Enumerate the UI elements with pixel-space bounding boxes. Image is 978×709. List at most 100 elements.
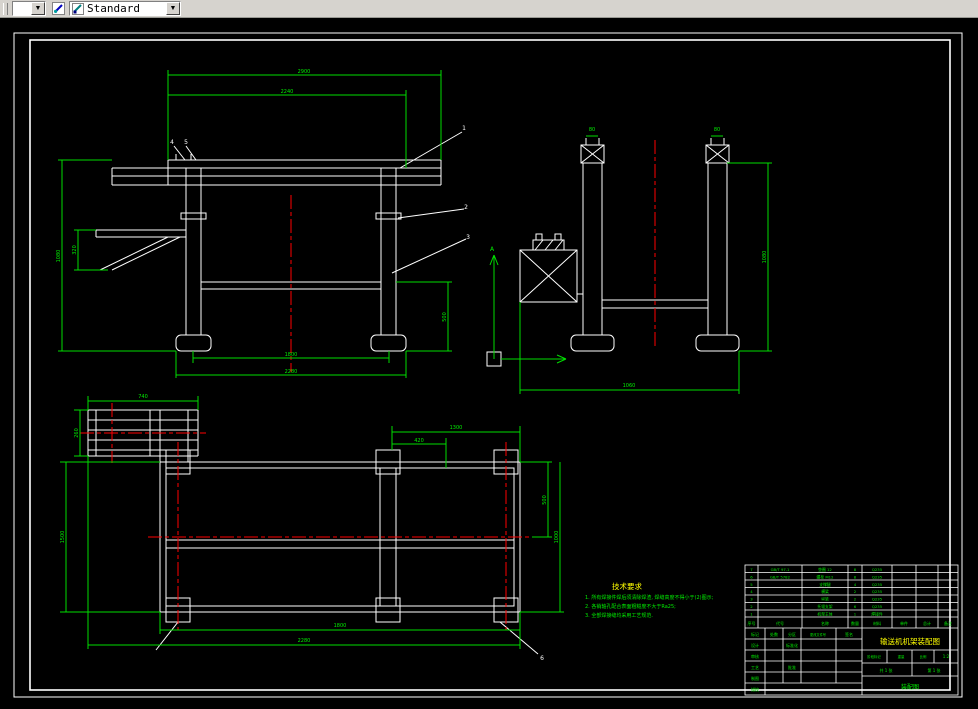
dimension-label: 1800 <box>334 623 347 629</box>
title-block-text: 共 1 张 <box>879 667 892 673</box>
bom-cell: 2 <box>854 597 857 602</box>
dimension-label: 320 <box>72 245 78 255</box>
dimension-label: 1300 <box>450 425 463 431</box>
bom-cell: 2 <box>854 589 857 594</box>
plan-view <box>87 409 539 655</box>
front-view <box>95 131 467 352</box>
toolbar: ▼ Standard ▼ <box>0 0 978 18</box>
title-block-text: 工艺 <box>751 665 759 670</box>
dimensions <box>58 70 772 649</box>
text-style-icon[interactable] <box>50 2 66 16</box>
dimension-label: 2240 <box>281 89 294 95</box>
bom-header-cell: 单件 <box>900 620 908 626</box>
title-block-text: 审核 <box>751 653 759 659</box>
dimension-label: 1080 <box>762 251 768 264</box>
dimension-label: 1080 <box>56 250 62 263</box>
title-block-text: 制图 <box>751 675 759 681</box>
title-block-text: 第 1 张 <box>927 667 940 673</box>
title-block-text: 设计 <box>751 642 759 648</box>
bom-cell: 1 <box>750 611 753 616</box>
standard-style-icon <box>72 2 84 15</box>
sheet-frame <box>13 32 963 698</box>
title-block-text: 比例 <box>920 654 927 659</box>
title-block <box>744 564 959 696</box>
chevron-down-icon[interactable]: ▼ <box>166 2 180 15</box>
bom-cell: 5 <box>750 582 753 587</box>
drawing-canvas[interactable]: 2900 2240 1080 320 500 1800 2280 1080 1060 80 80 A 7… <box>0 18 978 709</box>
notes-heading: 技术要求 <box>612 581 642 591</box>
bom-cell: 4 <box>750 589 753 594</box>
title-block-text: 重量 <box>898 654 905 659</box>
bom-header-cell: 数量 <box>851 620 859 626</box>
dimension-label: 80 <box>589 127 595 133</box>
bom-header-cell: 备注 <box>944 620 952 626</box>
balloon-label: 1 <box>462 125 466 132</box>
bom-cell: 托辊支架 <box>817 604 832 609</box>
title-block-text: 批准 <box>788 664 796 670</box>
bom-cell: 7 <box>750 567 753 572</box>
balloon-label: 3 <box>466 234 470 241</box>
dimension-label: 260 <box>74 428 80 438</box>
dimension-label: 500 <box>442 312 448 322</box>
balloon-label: 4 <box>170 139 174 146</box>
dimension-label: 1060 <box>623 383 636 389</box>
dimension-label: 420 <box>414 438 424 444</box>
cad-window: ▼ Standard ▼ 2900 2240 1080 320 500 1800… <box>0 0 978 709</box>
dimension-label: 500 <box>542 495 548 505</box>
dimension-label: 1000 <box>554 531 560 544</box>
notes-line: 1. 所有焊接件焊后须清除焊渣, 焊缝高度不得小于(2)图示; <box>585 594 714 601</box>
dimension-label: 740 <box>138 394 148 400</box>
bom-cell: Q235 <box>872 604 883 609</box>
bom-cell: 垫圈 12 <box>818 567 832 572</box>
title-block-text: 1:2 <box>943 654 950 659</box>
title-block-text: 阶段标记 <box>867 654 881 659</box>
toolbar-grip[interactable] <box>3 2 8 15</box>
dimension-label: 2900 <box>298 69 311 75</box>
title-block-text: 更改文件号 <box>810 632 826 637</box>
bom-cell: Q235 <box>872 567 883 572</box>
chevron-down-icon[interactable]: ▼ <box>31 2 45 15</box>
drawing: 2900 2240 1080 320 500 1800 2280 1080 1060 80 80 A 7… <box>13 32 963 698</box>
title-block-text: 装配图 <box>901 683 919 691</box>
bom-cell: 纵梁 <box>821 597 829 602</box>
bom-cell: 1 <box>854 611 857 616</box>
bom-cell: 螺栓 M12 <box>817 574 834 579</box>
dimension-label: 1800 <box>285 352 298 358</box>
title-block-text: 处数 <box>770 631 778 637</box>
title-block-text: 标记 <box>751 631 759 637</box>
bom-cell: 8 <box>854 574 857 579</box>
title-block-text: 输送机机架装配图 <box>880 636 940 646</box>
style-value: Standard <box>87 2 140 15</box>
bom-cell: 横梁 <box>821 589 829 594</box>
balloon-label: 5 <box>184 139 188 146</box>
bom-cell: 4 <box>854 582 857 587</box>
bom-cell: 6 <box>750 574 753 579</box>
title-block-text: 分区 <box>788 631 796 637</box>
bom-header-cell: 代号 <box>776 620 784 626</box>
dimension-label: 80 <box>714 127 720 133</box>
bom-cell: 机架主体 <box>817 611 832 616</box>
bom-cell: GB/T 5782 <box>770 574 791 579</box>
notes-line: 3. 全部焊接缝均采用工艺规范. <box>585 612 653 619</box>
paint-icon <box>51 2 65 15</box>
bom-header-cell: 序号 <box>748 620 756 626</box>
bom-cell: 3 <box>750 597 753 602</box>
dimension-label: A <box>490 246 495 253</box>
bom-header-cell: 名称 <box>821 620 829 626</box>
bom-cell: 焊接件 <box>871 611 883 616</box>
bom-cell: Q235 <box>872 597 883 602</box>
balloon-label: 6 <box>540 655 544 662</box>
bom-cell: 8 <box>854 567 857 572</box>
bom-header-cell: 总计 <box>923 620 931 626</box>
layer-combo[interactable]: ▼ <box>12 1 46 16</box>
bom-cell: Q235 <box>872 574 883 579</box>
dimension-label: 1500 <box>60 531 66 544</box>
bom-cell: 6 <box>854 604 857 609</box>
style-combo[interactable]: Standard ▼ <box>69 1 181 16</box>
bom-header-cell: 材料 <box>873 620 881 626</box>
title-block-text: 描校 <box>751 686 759 692</box>
notes-line: 2. 各销轴孔配合表面粗糙度不大于Ra25; <box>585 603 676 610</box>
bom-cell: 支撑腿 <box>819 582 831 587</box>
title-block-text: 签名 <box>845 631 853 637</box>
dimension-label: 2280 <box>285 369 298 375</box>
